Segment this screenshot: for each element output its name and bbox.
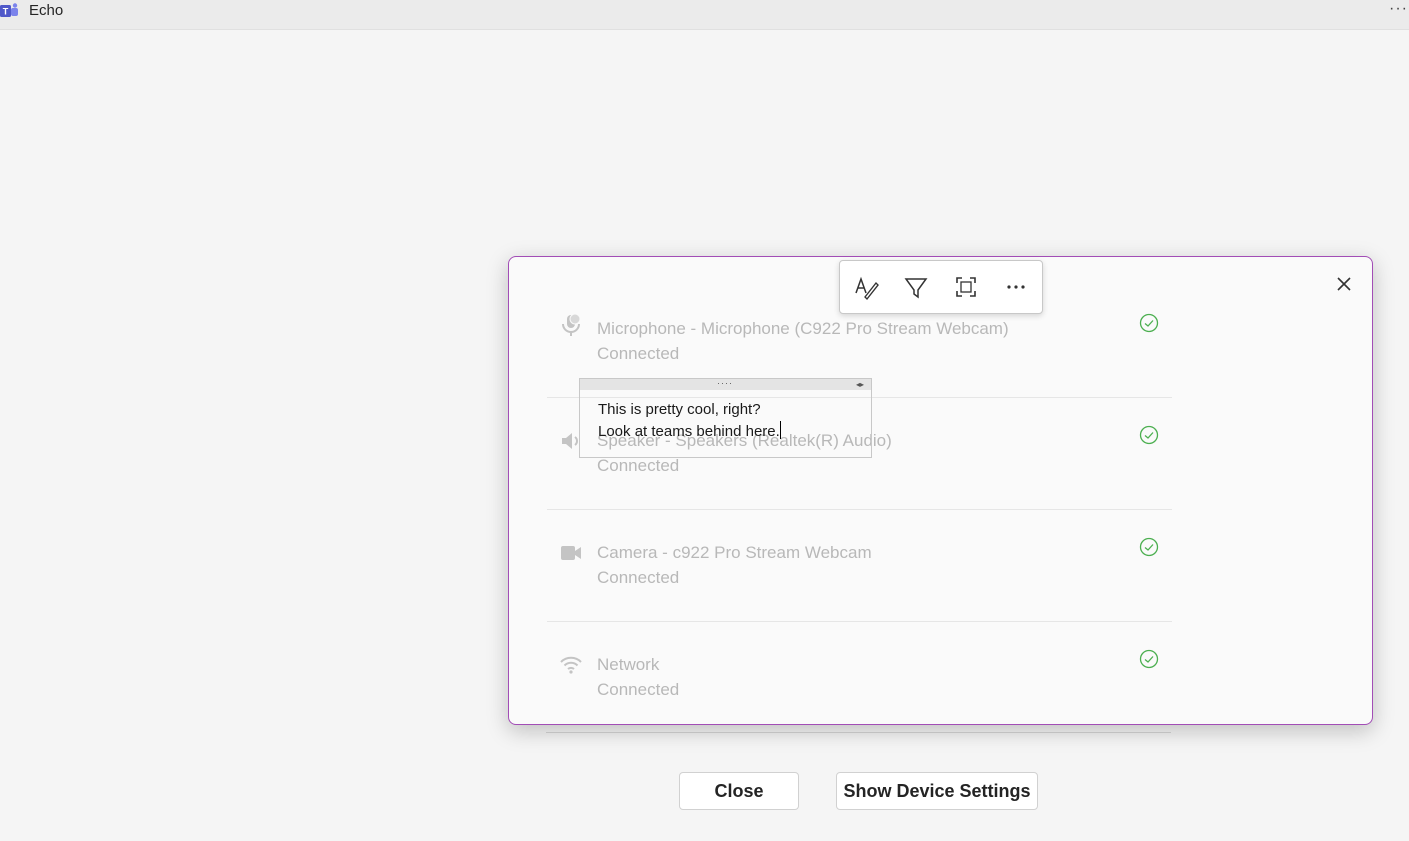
row-divider (547, 621, 1172, 622)
check-circle-icon (1139, 313, 1159, 333)
text-caret (779, 421, 781, 439)
device-row-camera: Camera - c922 Pro Stream Webcam Connecte… (547, 521, 1172, 633)
sticky-note[interactable]: ···· ◂▸ This is pretty cool, right? Look… (579, 378, 872, 458)
note-drag-bar[interactable]: ···· ◂▸ (580, 379, 871, 390)
note-line: This is pretty cool, right? (598, 401, 761, 418)
drag-grip-icon[interactable]: ···· (717, 379, 733, 388)
close-icon[interactable] (1333, 273, 1355, 295)
device-name: Network (597, 655, 660, 674)
check-circle-icon (1139, 649, 1159, 669)
pen-icon[interactable] (852, 273, 880, 301)
microphone-icon (562, 313, 581, 336)
check-circle-icon (1139, 425, 1159, 445)
device-check-overlay: Microphone - Microphone (C922 Pro Stream… (508, 256, 1373, 725)
more-options-icon[interactable]: ··· (1389, 0, 1409, 20)
device-status: Connected (597, 680, 680, 699)
resize-arrows-icon[interactable]: ◂▸ (856, 380, 864, 389)
app-title: Echo (29, 2, 64, 19)
screen-capture-icon[interactable] (952, 273, 980, 301)
device-status: Connected (597, 344, 680, 363)
device-status: Connected (597, 568, 680, 587)
more-icon[interactable] (1002, 273, 1030, 301)
title-bar: T Echo ··· (0, 0, 1409, 30)
note-text[interactable]: This is pretty cool, right? Look at team… (598, 399, 781, 443)
device-row-network: Network Connected (547, 633, 1172, 745)
row-divider (547, 509, 1172, 510)
note-line: Look at teams behind here. (598, 423, 780, 440)
note-line-with-caret: Look at teams behind here. (598, 421, 781, 443)
check-circle-icon (1139, 537, 1159, 557)
device-status: Connected (597, 456, 680, 475)
device-name: Microphone - Microphone (C922 Pro Stream… (597, 319, 1009, 338)
wifi-icon (560, 656, 582, 674)
teams-logo-icon: T (0, 3, 18, 17)
device-name: Camera - c922 Pro Stream Webcam (597, 543, 872, 562)
show-device-settings-button[interactable]: Show Device Settings (836, 772, 1038, 810)
close-button[interactable]: Close (679, 772, 799, 810)
ink-toolbar (839, 260, 1043, 314)
svg-text:T: T (3, 7, 9, 17)
highlighter-icon[interactable] (902, 273, 930, 301)
camera-icon (561, 546, 581, 560)
